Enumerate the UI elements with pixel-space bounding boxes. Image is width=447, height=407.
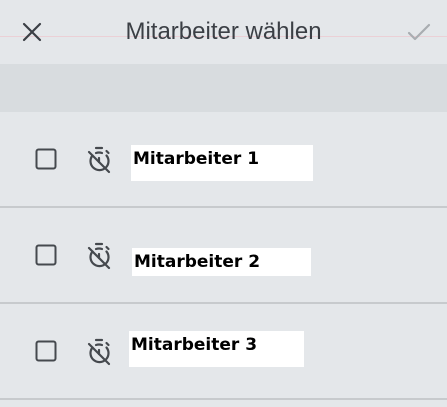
sub-header-band — [0, 64, 447, 112]
check-icon — [407, 23, 431, 41]
timer-off-icon — [87, 242, 111, 270]
confirm-button[interactable] — [401, 14, 437, 50]
timer-off-icon — [87, 338, 111, 366]
list-item[interactable]: Mitarbeiter 3 — [0, 304, 447, 400]
checkbox-icon[interactable] — [35, 340, 57, 362]
checkbox-icon[interactable] — [35, 244, 57, 266]
employee-name: Mitarbeiter 1 — [131, 145, 313, 181]
employee-name: Mitarbeiter 2 — [132, 248, 311, 276]
employee-list: Mitarbeiter 1 Mitarbeiter 2 Mitarbeiter — [0, 112, 447, 400]
list-item[interactable]: Mitarbeiter 2 — [0, 208, 447, 304]
list-item[interactable]: Mitarbeiter 1 — [0, 112, 447, 208]
employee-name: Mitarbeiter 3 — [129, 331, 304, 367]
timer-off-icon — [87, 146, 111, 174]
page-title: Mitarbeiter wählen — [125, 18, 322, 45]
app-header: Mitarbeiter wählen — [0, 0, 447, 64]
checkbox-icon[interactable] — [35, 148, 57, 170]
